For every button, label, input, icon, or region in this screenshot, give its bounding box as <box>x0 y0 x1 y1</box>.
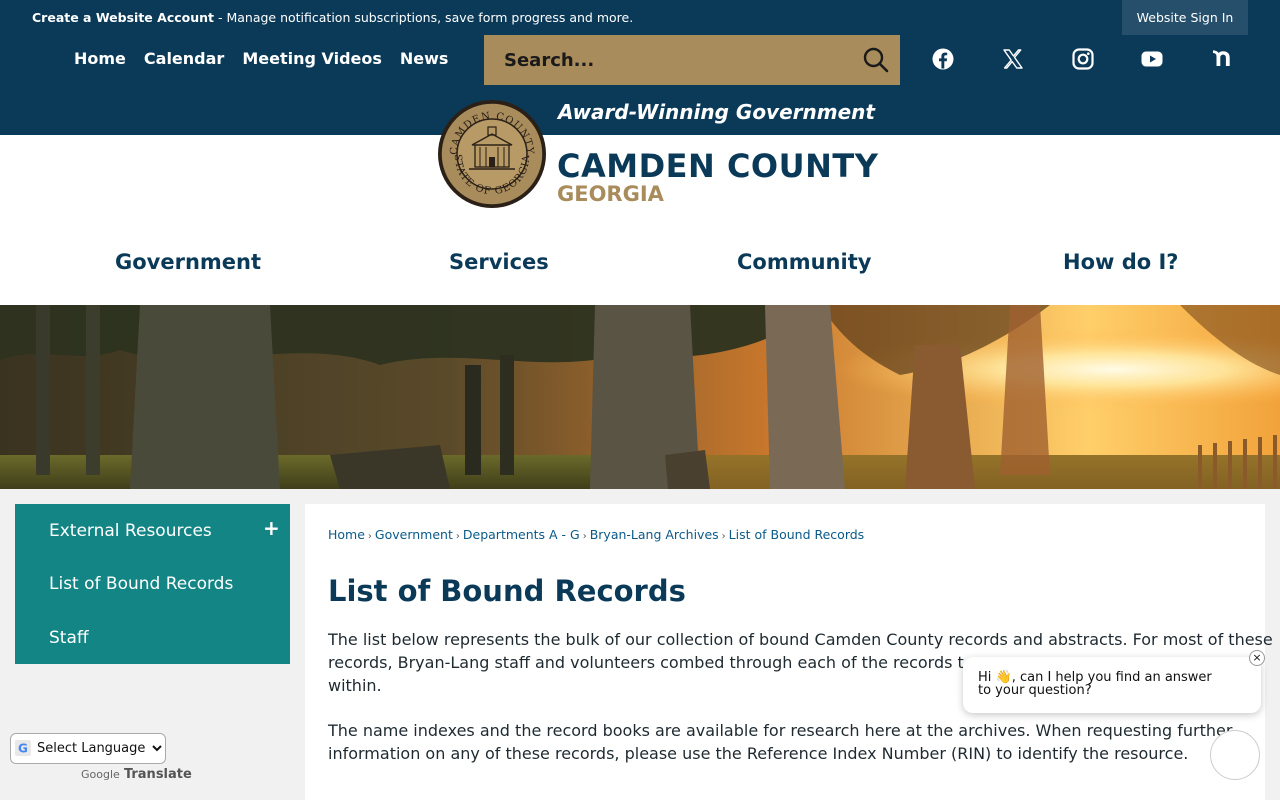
breadcrumb: Home › Government › Departments A - G › Bryan-… <box>328 527 864 542</box>
mainnav-how-do-i[interactable]: How do I? <box>1063 250 1178 274</box>
translate-credit: Google Translate <box>81 767 192 782</box>
sidebar-item-external-resources[interactable]: External Resources <box>49 521 212 541</box>
research-paragraph: The name indexes and the record books ar… <box>328 719 1233 765</box>
google-g-icon: G <box>15 740 31 756</box>
mainnav-community[interactable]: Community <box>737 250 871 274</box>
breadcrumb-separator: › <box>582 531 587 542</box>
translate-label[interactable]: Translate <box>124 767 192 782</box>
search-input[interactable] <box>504 49 844 71</box>
google-wordmark: Google <box>81 768 120 781</box>
breadcrumb-home[interactable]: Home <box>328 527 365 542</box>
topnav-news[interactable]: News <box>400 49 449 68</box>
top-nav: Home Calendar Meeting Videos News <box>74 49 448 68</box>
chat-bubble[interactable]: Hi 👋, can I help you find an answer to y… <box>963 657 1261 713</box>
breadcrumb-government[interactable]: Government <box>375 527 453 542</box>
topnav-calendar[interactable]: Calendar <box>144 49 224 68</box>
chat-launcher-button[interactable] <box>1210 730 1260 780</box>
sidebar-item-list-of-bound-records[interactable]: List of Bound Records <box>49 574 233 594</box>
search-box <box>484 35 900 85</box>
breadcrumb-separator: › <box>721 531 726 542</box>
svg-text:G: G <box>18 742 28 756</box>
website-sign-in-button[interactable]: Website Sign In <box>1122 0 1248 35</box>
chat-message: Hi 👋, can I help you find an answer to y… <box>978 670 1212 698</box>
chat-close-button[interactable]: × <box>1249 650 1265 666</box>
instagram-icon[interactable] <box>1071 47 1095 71</box>
site-header: Home Calendar Meeting Videos News Award-… <box>0 35 1280 135</box>
facebook-icon[interactable] <box>931 47 955 71</box>
search-icon[interactable] <box>862 46 890 74</box>
breadcrumb-bryan-lang-archives[interactable]: Bryan-Lang Archives <box>590 527 719 542</box>
topnav-meeting-videos[interactable]: Meeting Videos <box>242 49 382 68</box>
youtube-icon[interactable] <box>1140 47 1164 71</box>
sidebar-item-staff[interactable]: Staff <box>49 628 89 648</box>
county-name: CAMDEN COUNTY <box>557 147 879 185</box>
main-content: Home › Government › Departments A - G › Bryan-… <box>305 504 1273 800</box>
research-line-1: The name indexes and the record books ar… <box>328 721 1233 740</box>
intro-line-1: The list below represents the bulk of ou… <box>328 630 1273 649</box>
breadcrumb-separator: › <box>455 531 460 542</box>
page-title: List of Bound Records <box>328 574 686 608</box>
logo-band: CAMDEN COUNTY STATE OF GEORGIA CAMDEN CO… <box>0 100 1280 305</box>
research-line-2: information on any of these records, ple… <box>328 744 1189 763</box>
mainnav-services[interactable]: Services <box>449 250 549 274</box>
account-description: - Manage notification subscriptions, sav… <box>214 10 634 25</box>
sidebar-nav: External Resources + List of Bound Recor… <box>15 504 290 664</box>
topnav-home[interactable]: Home <box>74 49 126 68</box>
breadcrumb-current[interactable]: List of Bound Records <box>729 527 865 542</box>
nextdoor-icon[interactable] <box>1210 47 1234 71</box>
create-account-link[interactable]: Create a Website Account <box>32 10 214 25</box>
mainnav-government[interactable]: Government <box>115 250 261 274</box>
county-seal-logo[interactable]: CAMDEN COUNTY STATE OF GEORGIA <box>437 99 547 209</box>
state-name: GEORGIA <box>557 182 664 206</box>
account-bar: Create a Website Account - Manage notifi… <box>0 0 1280 35</box>
x-icon[interactable] <box>1001 47 1025 71</box>
breadcrumb-departments[interactable]: Departments A - G <box>463 527 580 542</box>
account-notice: Create a Website Account - Manage notifi… <box>32 10 633 25</box>
hero-sunset-image <box>0 305 1280 489</box>
language-select[interactable]: Select Language <box>10 733 166 764</box>
expand-plus-icon[interactable]: + <box>263 516 280 540</box>
breadcrumb-separator: › <box>367 531 372 542</box>
tagline: Award-Winning Government <box>558 100 875 124</box>
